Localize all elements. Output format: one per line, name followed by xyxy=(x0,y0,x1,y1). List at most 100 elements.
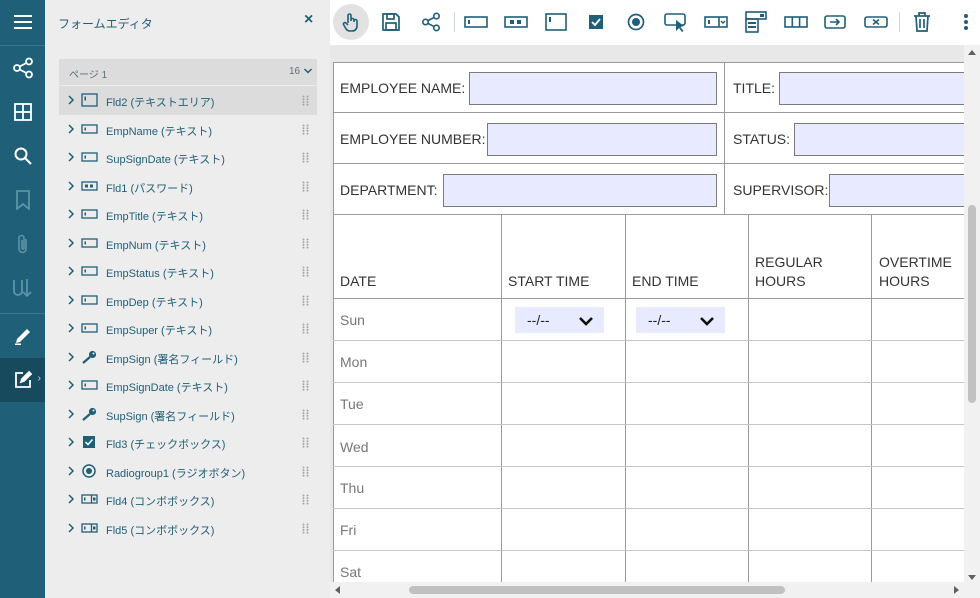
drag-handle-icon[interactable] xyxy=(302,409,309,420)
vertical-scrollbar[interactable] xyxy=(964,45,980,585)
document-viewer[interactable]: EMPLOYEE NAME: TITLE: EMPLOYEE NUMBER: S… xyxy=(330,45,980,598)
drag-handle-icon[interactable] xyxy=(302,295,309,306)
chevron-right-icon[interactable] xyxy=(67,294,75,305)
chevron-down-icon[interactable] xyxy=(303,66,313,76)
chevron-right-icon[interactable] xyxy=(67,180,75,191)
day-thu: Thu xyxy=(340,480,365,496)
tree-item[interactable]: EmpStatus (テキスト) xyxy=(59,257,317,286)
drag-handle-icon[interactable] xyxy=(302,181,309,192)
share-icon[interactable] xyxy=(413,4,449,40)
textarea-icon[interactable] xyxy=(538,4,574,40)
tree-item[interactable]: EmpDep (テキスト) xyxy=(59,286,317,315)
pointer-icon[interactable] xyxy=(333,4,369,40)
chevron-right-icon[interactable] xyxy=(67,380,75,390)
department-field[interactable] xyxy=(443,174,717,207)
tree-item[interactable]: Fld1 (パスワード) xyxy=(59,172,317,201)
chevron-right-icon[interactable] xyxy=(67,323,75,333)
chevron-right-icon[interactable] xyxy=(67,95,75,105)
chevron-right-icon[interactable] xyxy=(67,494,75,504)
drag-handle-icon[interactable] xyxy=(302,494,309,505)
textbox-icon[interactable] xyxy=(458,4,494,40)
chevron-right-icon[interactable] xyxy=(67,152,75,162)
sun-start-time-dropdown[interactable]: --/-- xyxy=(515,307,604,333)
drag-handle-icon[interactable] xyxy=(302,209,309,220)
chevron-right-icon[interactable] xyxy=(67,123,75,134)
text-field-icon xyxy=(81,236,98,250)
chevron-right-icon[interactable] xyxy=(67,408,75,419)
signature-icon[interactable] xyxy=(0,266,45,310)
tree-item[interactable]: Radiogroup1 (ラジオボタン) xyxy=(59,457,317,486)
tree-item-label: EmpNum (テキスト) xyxy=(106,239,206,252)
radio-icon[interactable] xyxy=(618,4,654,40)
tree-item[interactable]: EmpSuper (テキスト) xyxy=(59,314,317,343)
checkbox-icon[interactable] xyxy=(578,4,614,40)
drag-handle-icon[interactable] xyxy=(302,466,309,477)
pencil-icon[interactable] xyxy=(0,314,45,358)
scroll-right-icon[interactable] xyxy=(954,586,960,594)
tree-item[interactable]: Fld5 (コンボボックス) xyxy=(59,514,317,543)
save-icon[interactable] xyxy=(373,4,409,40)
form-editor-icon[interactable]: › xyxy=(0,358,45,402)
supervisor-field[interactable] xyxy=(829,174,979,207)
text-field-icon xyxy=(81,264,98,278)
drag-handle-icon[interactable] xyxy=(302,352,309,363)
tree-item[interactable]: EmpSign (署名フィールド) xyxy=(59,343,317,372)
attachment-icon[interactable] xyxy=(0,222,45,266)
tree-item[interactable]: SupSignDate (テキスト) xyxy=(59,143,317,172)
tree-item[interactable]: Fld4 (コンボボックス) xyxy=(59,485,317,514)
delete-icon[interactable] xyxy=(904,4,940,40)
chevron-right-icon[interactable] xyxy=(67,465,75,476)
drag-handle-icon[interactable] xyxy=(302,437,309,448)
chevron-right-icon[interactable] xyxy=(67,209,75,219)
search-icon[interactable] xyxy=(0,134,45,178)
tree-item[interactable]: EmpSignDate (テキスト) xyxy=(59,371,317,400)
clear-field-icon[interactable] xyxy=(858,4,894,40)
scroll-down-icon[interactable] xyxy=(968,575,976,581)
horizontal-scrollbar[interactable] xyxy=(330,582,964,598)
title-field[interactable] xyxy=(779,72,979,105)
tree-item-label: Fld3 (チェックボックス) xyxy=(106,439,226,451)
scroll-left-icon[interactable] xyxy=(334,586,340,594)
tree-item[interactable]: SupSign (署名フィールド) xyxy=(59,400,317,429)
status-field[interactable] xyxy=(794,123,979,156)
chevron-right-icon[interactable] xyxy=(67,237,75,248)
sun-end-time-dropdown[interactable]: --/-- xyxy=(636,307,725,333)
checkbox-field-icon xyxy=(81,435,98,449)
vertical-scroll-thumb[interactable] xyxy=(968,205,976,403)
signature-field-icon[interactable] xyxy=(818,4,854,40)
thumbnails-icon[interactable] xyxy=(0,90,45,134)
drag-handle-icon[interactable] xyxy=(302,152,309,163)
bookmark-icon[interactable] xyxy=(0,178,45,222)
password-icon[interactable] xyxy=(498,4,534,40)
chevron-right-icon[interactable] xyxy=(67,266,75,276)
drag-handle-icon[interactable] xyxy=(302,380,309,391)
push-button-icon[interactable] xyxy=(658,4,694,40)
horizontal-scroll-thumb[interactable] xyxy=(409,586,785,594)
tree-item[interactable]: Fld2 (テキストエリア) xyxy=(59,86,317,115)
drag-handle-icon[interactable] xyxy=(302,523,309,534)
chevron-right-icon[interactable] xyxy=(67,351,75,362)
employee-number-field[interactable] xyxy=(487,123,717,156)
drag-handle-icon[interactable] xyxy=(302,95,309,106)
drag-handle-icon[interactable] xyxy=(302,238,309,249)
timesheet-form: EMPLOYEE NAME: TITLE: EMPLOYEE NUMBER: S… xyxy=(333,62,979,598)
share-icon[interactable] xyxy=(0,46,45,90)
chevron-right-icon[interactable] xyxy=(67,522,75,533)
comb-field-icon[interactable] xyxy=(778,4,814,40)
listbox-icon[interactable] xyxy=(738,4,774,40)
close-panel-button[interactable]: × xyxy=(304,11,313,29)
combobox-icon[interactable] xyxy=(698,4,734,40)
chevron-right-icon[interactable] xyxy=(67,437,75,447)
more-icon[interactable] xyxy=(948,4,980,40)
scroll-up-icon[interactable] xyxy=(968,49,976,55)
tree-item[interactable]: EmpName (テキスト) xyxy=(59,115,317,144)
menu-icon[interactable] xyxy=(0,0,45,44)
tree-item[interactable]: EmpTitle (テキスト) xyxy=(59,200,317,229)
drag-handle-icon[interactable] xyxy=(302,323,309,334)
page-selector[interactable]: ページ 1 16 xyxy=(59,59,317,85)
tree-item[interactable]: Fld3 (チェックボックス) xyxy=(59,428,317,457)
employee-name-field[interactable] xyxy=(469,72,717,105)
drag-handle-icon[interactable] xyxy=(302,124,309,135)
tree-item[interactable]: EmpNum (テキスト) xyxy=(59,229,317,258)
drag-handle-icon[interactable] xyxy=(302,266,309,277)
